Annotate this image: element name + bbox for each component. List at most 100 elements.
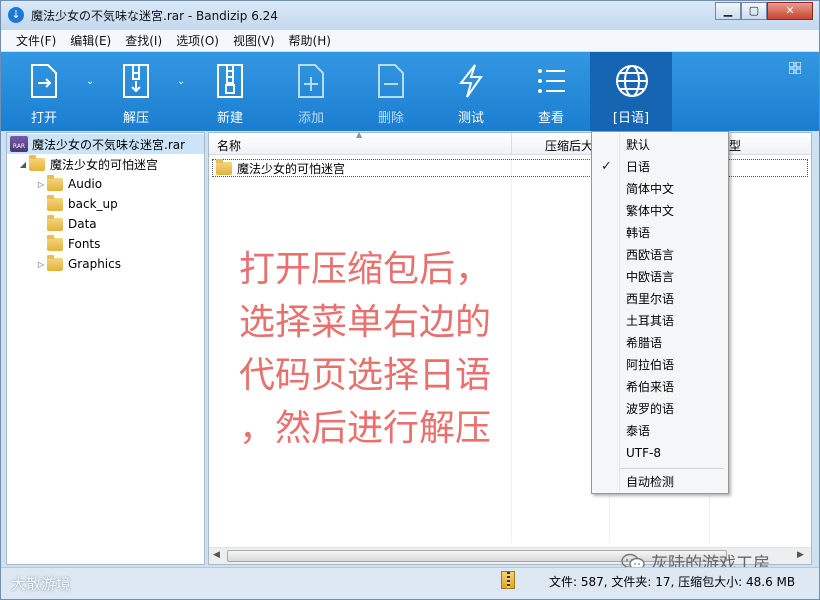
menu-item-label: 阿拉伯语 (626, 358, 675, 372)
tree-item-label: Audio (68, 177, 103, 191)
folder-icon (47, 234, 63, 251)
menu-find[interactable]: 查找(I) (118, 32, 169, 49)
folder-icon (47, 194, 63, 211)
folder-tree: RAR 魔法少女の不気味な迷宮.rar ◢ 魔法少女的可怕迷宫 ▷ Audio … (6, 132, 205, 565)
sort-ascending-icon: ▲ (356, 130, 363, 139)
menu-item-label: 西里尔语 (626, 292, 675, 306)
codepage-thai[interactable]: 泰语 (592, 420, 728, 442)
expand-icon[interactable]: ▷ (35, 260, 47, 269)
tree-root-archive[interactable]: RAR 魔法少女の不気味な迷宮.rar (7, 134, 204, 154)
menu-item-label: UTF-8 (626, 446, 661, 460)
codepage-traditional-chinese[interactable]: 繁体中文 (592, 200, 728, 222)
tree-folder-label: 魔法少女的可怕迷宫 (50, 157, 159, 172)
view-button[interactable]: 查看 (516, 52, 586, 131)
instruction-annotation: 打开压缩包后， 选择菜单右边的 代码页选择日语 ，然后进行解压 (239, 243, 539, 455)
scroll-left-icon[interactable]: ◀ (213, 550, 220, 560)
open-dropdown-icon[interactable]: ⌄ (86, 76, 94, 87)
new-button[interactable]: 新建 (195, 52, 265, 131)
codepage-japanese[interactable]: ✓ 日语 (592, 156, 728, 178)
codepage-greek[interactable]: 希腊语 (592, 332, 728, 354)
menu-item-label: 默认 (626, 138, 651, 152)
menu-item-label: 泰语 (626, 424, 651, 438)
codepage-central-european[interactable]: 中欧语言 (592, 266, 728, 288)
tree-folder-main[interactable]: ◢ 魔法少女的可怕迷宫 (7, 154, 204, 174)
layout-grid-icon[interactable] (789, 62, 801, 74)
expand-icon[interactable]: ▷ (35, 180, 47, 189)
new-archive-icon (217, 64, 243, 98)
codepage-default[interactable]: 默认 (592, 134, 728, 156)
tree-item-fonts[interactable]: Fonts (7, 234, 204, 254)
open-icon (31, 64, 57, 98)
tree-item-label: Fonts (68, 237, 101, 251)
extract-dropdown-icon[interactable]: ⌄ (177, 76, 185, 87)
watermark-left: 大散游境 (11, 573, 71, 594)
test-button[interactable]: 测试 (436, 52, 506, 131)
maximize-button[interactable]: ▢ (741, 2, 767, 20)
collapse-icon[interactable]: ◢ (17, 160, 29, 169)
folder-icon (216, 158, 232, 175)
new-label: 新建 (216, 111, 243, 126)
column-type[interactable]: 型 (729, 137, 741, 154)
codepage-cyrillic[interactable]: 西里尔语 (592, 288, 728, 310)
rar-archive-icon: RAR (10, 136, 28, 152)
codepage-baltic[interactable]: 波罗的语 (592, 398, 728, 420)
delete-button[interactable]: 删除 (356, 52, 426, 131)
codepage-turkish[interactable]: 土耳其语 (592, 310, 728, 332)
codepage-button[interactable]: [日语] (590, 52, 672, 131)
menu-item-label: 希伯来语 (626, 380, 675, 394)
bandizip-icon: ↓ (8, 7, 24, 23)
zip-archive-icon (501, 571, 515, 589)
codepage-korean[interactable]: 韩语 (592, 222, 728, 244)
tree-item-label: Graphics (68, 257, 121, 271)
window-controls: ▁ ▢ ✕ (715, 2, 813, 20)
tree-item-label: Data (68, 217, 97, 231)
scroll-right-icon[interactable]: ▶ (797, 550, 804, 560)
extract-button[interactable]: 解压 (101, 52, 171, 131)
close-button[interactable]: ✕ (767, 2, 813, 20)
extract-label: 解压 (122, 111, 149, 126)
codepage-simplified-chinese[interactable]: 简体中文 (592, 178, 728, 200)
codepage-hebrew[interactable]: 希伯来语 (592, 376, 728, 398)
test-label: 测试 (457, 111, 484, 126)
codepage-label: [日语] (612, 111, 650, 126)
codepage-utf8[interactable]: UTF-8 (592, 442, 728, 464)
codepage-western-european[interactable]: 西欧语言 (592, 244, 728, 266)
column-compressed-size[interactable]: 压缩后大 (545, 137, 593, 154)
lightning-icon (458, 64, 483, 98)
menu-options[interactable]: 选项(O) (169, 32, 226, 49)
tree-item-back-up[interactable]: back_up (7, 194, 204, 214)
add-file-icon (298, 64, 324, 98)
menu-edit[interactable]: 编辑(E) (63, 32, 118, 49)
file-row-name: 魔法少女的可怕迷宫 (237, 161, 346, 176)
menu-separator (620, 468, 724, 469)
annotation-line: 选择菜单右边的 (239, 302, 492, 343)
toolbar: 打开 ⌄ 解压 ⌄ 新建 添加 删除 测试 查看 [日语] (1, 52, 819, 131)
folder-icon (47, 174, 63, 191)
menu-item-label: 繁体中文 (626, 204, 675, 218)
menu-help[interactable]: 帮助(H) (282, 32, 338, 49)
tree-item-audio[interactable]: ▷ Audio (7, 174, 204, 194)
tree-item-graphics[interactable]: ▷ Graphics (7, 254, 204, 274)
open-button[interactable]: 打开 (9, 52, 79, 131)
menu-bar: 文件(F) 编辑(E) 查找(I) 选项(O) 视图(V) 帮助(H) (1, 30, 819, 52)
codepage-arabic[interactable]: 阿拉伯语 (592, 354, 728, 376)
menu-view[interactable]: 视图(V) (226, 32, 282, 49)
menu-item-label: 韩语 (626, 226, 651, 240)
title-bar: ↓ 魔法少女の不気味な迷宮.rar - Bandizip 6.24 ▁ ▢ ✕ (1, 1, 819, 30)
add-label: 添加 (297, 111, 324, 126)
add-button[interactable]: 添加 (276, 52, 346, 131)
menu-file[interactable]: 文件(F) (9, 32, 63, 49)
annotation-line: 代码页选择日语 (239, 355, 492, 396)
column-name[interactable]: 名称 (217, 137, 241, 154)
codepage-auto-detect[interactable]: 自动检测 (592, 471, 728, 493)
list-view-icon (538, 69, 565, 93)
view-label: 查看 (537, 111, 564, 126)
menu-item-label: 简体中文 (626, 182, 675, 196)
extract-icon (123, 64, 149, 98)
tree-item-data[interactable]: Data (7, 214, 204, 234)
menu-item-label: 日语 (626, 160, 651, 174)
open-label: 打开 (30, 111, 57, 126)
folder-icon (47, 214, 63, 231)
folder-icon (29, 154, 45, 171)
minimize-button[interactable]: ▁ (715, 2, 741, 20)
